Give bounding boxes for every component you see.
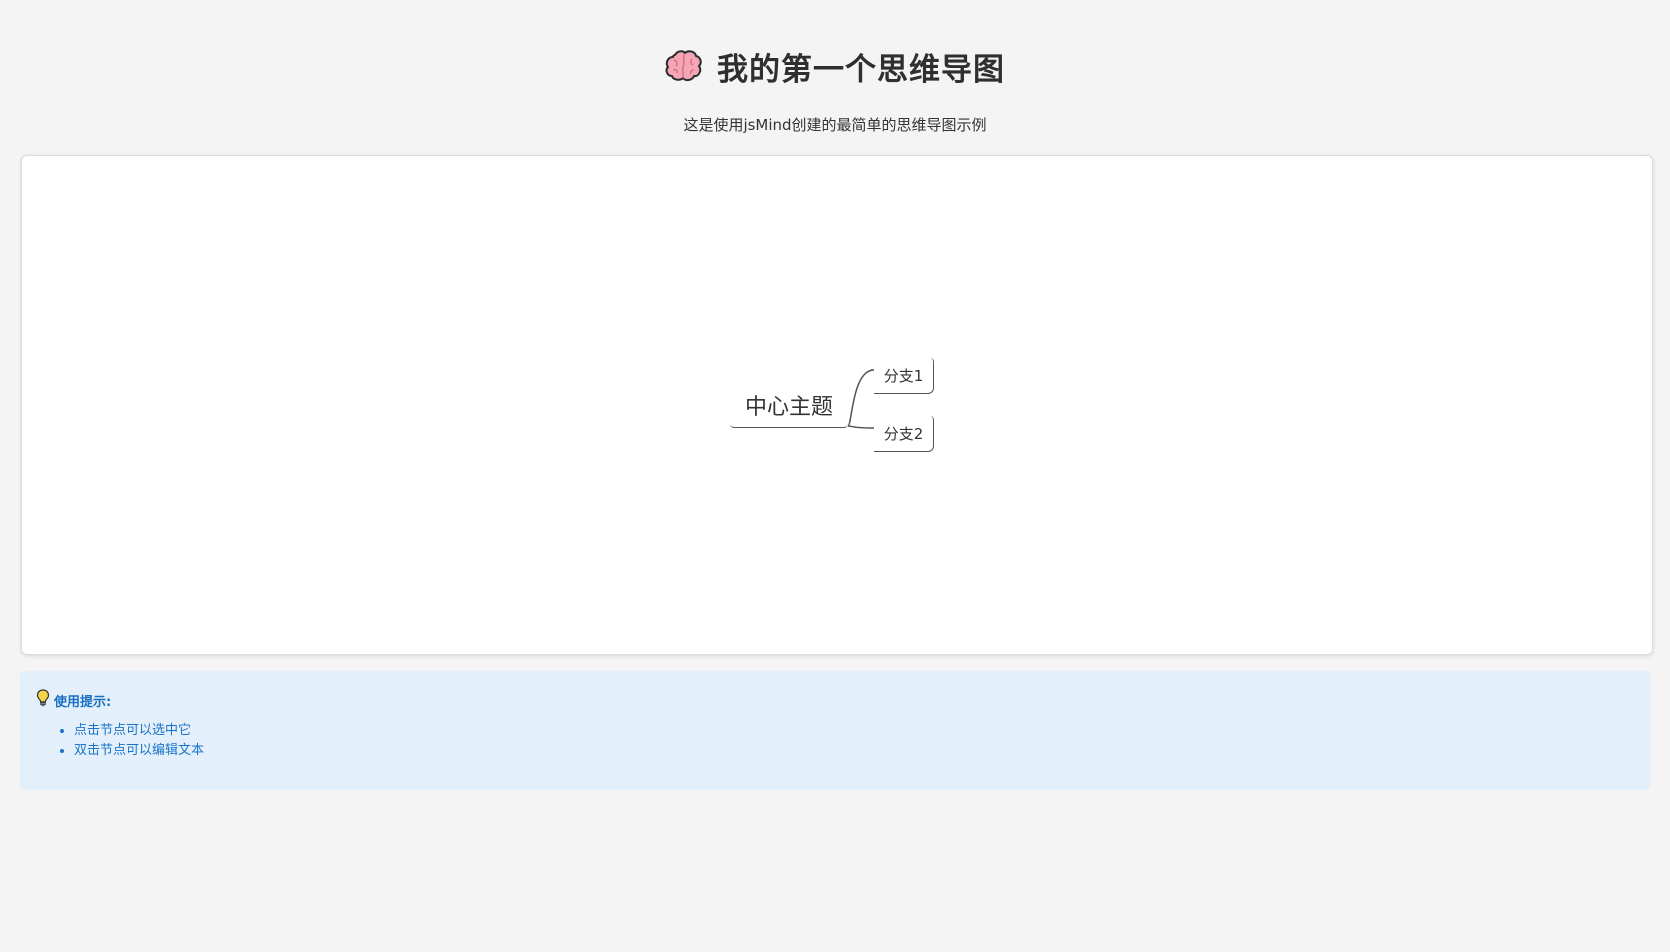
tips-header: 使用提示: [36,689,111,711]
page-subtitle: 这是使用jsMind创建的最简单的思维导图示例 [683,116,987,134]
connector-line-branch-2 [847,425,875,429]
page: 我的第一个思维导图 这是使用jsMind创建的最简单的思维导图示例 中心主题 分… [0,0,1670,952]
page-header: 我的第一个思维导图 这是使用jsMind创建的最简单的思维导图示例 [0,38,1670,135]
tips-title: 使用提示: [54,694,112,710]
tips-list: 点击节点可以选中它 双击节点可以编辑文本 [52,721,204,761]
connector-line-branch-1 [847,369,875,427]
mindmap-branch-node-1[interactable]: 分支1 [874,358,934,394]
brain-icon [665,49,703,83]
usage-tips-panel: 使用提示: 点击节点可以选中它 双击节点可以编辑文本 [20,671,1650,790]
mindmap-root-node[interactable]: 中心主题 [730,388,848,428]
tips-list-item: 点击节点可以选中它 [74,721,204,741]
mindmap-branch-node-2[interactable]: 分支2 [874,416,934,452]
lightbulb-icon [36,689,50,711]
title-row: 我的第一个思维导图 [665,38,1005,94]
tips-list-item: 双击节点可以编辑文本 [74,741,204,761]
mindmap-canvas[interactable]: 中心主题 分支1 分支2 [21,155,1653,655]
page-title: 我的第一个思维导图 [717,51,1005,88]
